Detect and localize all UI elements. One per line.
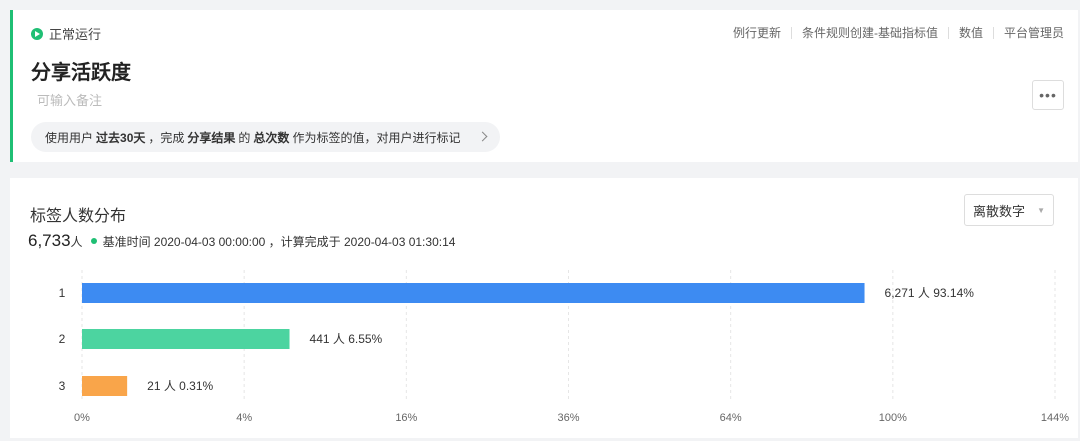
total-unit: 人 [70,235,83,249]
distribution-summary: 6,733 人 基准时间 2020-04-03 00:00:00 ，计算完成于 … [28,231,455,251]
more-button[interactable]: ••• [1032,80,1064,110]
calc-info: 基准时间 2020-04-03 00:00:00 ，计算完成于 2020-04-… [102,235,456,249]
tag-meta: 例行更新 条件规则创建-基础指标值 数值 平台管理员 [723,24,1064,41]
rule-period: 过去30天 [96,130,146,145]
caret-down-icon: ▼ [1037,205,1045,215]
y-category-label: 1 [59,286,66,300]
status-label: 正常运行 [49,27,102,42]
x-tick-label: 144% [1041,412,1069,424]
y-category-label: 3 [59,379,66,393]
rule-summary[interactable]: 使用用户 过去30天 ，完成 分享结果 的 总次数 作为标签的值，对用户进行标记 [31,122,501,152]
meta-owner: 平台管理员 [1003,26,1064,40]
distribution-title: 标签人数分布 [30,208,127,225]
distribution-card: 0% 4% 16% 36% 64% 100% 144% 1 6,271 人 93.14% 2 441… [10,178,1078,438]
ellipsis-icon: ••• [1039,87,1057,103]
meta-create-method: 条件规则创建-基础指标值 [801,26,938,40]
status-dot [90,238,97,244]
x-tick-label: 100% [879,412,907,424]
bar[interactable] [82,283,865,303]
play-icon [31,27,43,40]
bar-data-label: 21 人 0.31% [147,379,213,393]
x-tick-label: 16% [395,412,417,424]
rule-text: 使用用户 [45,130,94,145]
rule-text: ，完成 [148,130,185,145]
bar[interactable] [82,329,290,349]
bar-data-label: 441 人 6.55% [310,332,383,346]
distribution-chart: 0% 4% 16% 36% 64% 100% 144% 1 6,271 人 93.14% 2 441… [59,270,1069,424]
display-mode-value: 离散数字 [973,203,1026,219]
x-tick-label: 36% [557,412,579,424]
x-tick-label: 4% [236,412,252,424]
bar-data-label: 6,271 人 93.14% [885,286,975,300]
total-count: 6,733 [28,231,71,250]
display-mode-select[interactable]: 离散数字 ▼ [964,194,1054,226]
y-category-label: 2 [59,332,66,346]
x-tick-label: 0% [74,412,90,424]
rule-event: 分享结果 [187,130,236,145]
rule-text: 作为标签的值，对用户进行标记 [292,130,461,145]
tag-header-card: 正常运行 例行更新 条件规则创建-基础指标值 数值 平台管理员 分享活跃度 可输… [10,10,1078,162]
page-title: 分享活跃度 [31,62,131,84]
meta-value-type: 数值 [958,26,983,40]
x-tick-label: 64% [720,412,742,424]
rule-metric: 总次数 [253,130,290,145]
meta-update-type: 例行更新 [732,26,781,40]
bar[interactable] [82,376,128,396]
status-indicator: 正常运行 [31,24,101,43]
chevron-right-icon [478,131,488,142]
note-input[interactable]: 可输入备注 [37,90,102,109]
rule-text: 的 [238,130,251,145]
